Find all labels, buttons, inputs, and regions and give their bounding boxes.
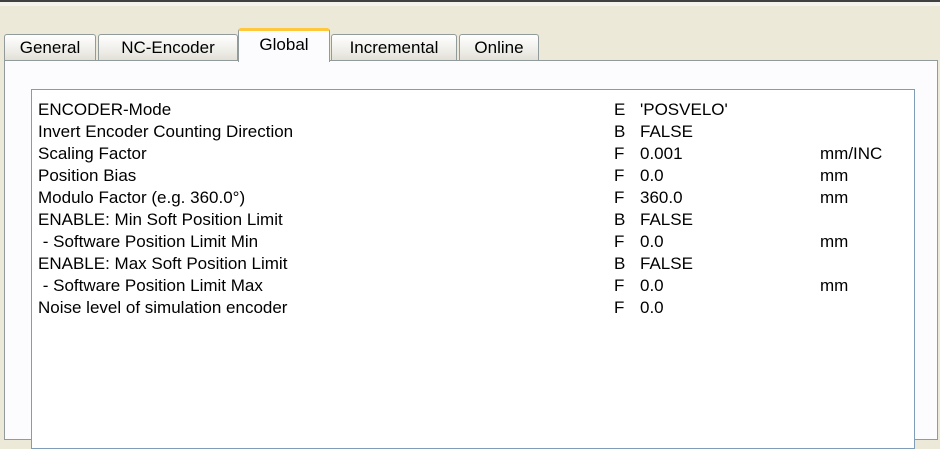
tab-incremental[interactable]: Incremental	[331, 34, 457, 60]
parameter-unit: mm	[820, 188, 849, 207]
tab-label: NC-Encoder	[121, 37, 215, 57]
tab-global[interactable]: Global	[238, 28, 330, 62]
tab-nc-encoder[interactable]: NC-Encoder	[98, 34, 238, 60]
tab-label: Online	[474, 37, 524, 57]
parameter-value: 0.0	[640, 232, 664, 251]
parameter-list[interactable]: ENCODER-Mode E 'POSVELO' Invert Encoder …	[31, 89, 915, 449]
tab-label: Incremental	[349, 37, 439, 57]
parameter-row[interactable]: Invert Encoder Counting Direction B FALS…	[38, 121, 908, 143]
parameter-type: B	[614, 122, 626, 141]
parameter-unit: mm	[820, 276, 849, 295]
parameter-row[interactable]: ENABLE: Min Soft Position Limit B FALSE	[38, 209, 908, 231]
parameter-value: FALSE	[640, 210, 693, 229]
window-top-highlight	[0, 2, 940, 6]
tab-general[interactable]: General	[4, 34, 96, 60]
parameter-row[interactable]: Position Bias F 0.0 mm	[38, 165, 908, 187]
parameter-name: Noise level of simulation encoder	[38, 298, 288, 317]
parameter-name: - Software Position Limit Max	[38, 276, 263, 295]
parameter-row[interactable]: ENCODER-Mode E 'POSVELO'	[38, 99, 908, 121]
parameter-name: ENABLE: Min Soft Position Limit	[38, 210, 283, 229]
parameter-unit: mm	[820, 166, 849, 185]
tab-label: General	[19, 37, 81, 57]
parameter-value: 'POSVELO'	[640, 100, 728, 119]
parameter-row[interactable]: - Software Position Limit Max F 0.0 mm	[38, 275, 908, 297]
parameter-name: - Software Position Limit Min	[38, 232, 259, 251]
parameter-name: ENABLE: Max Soft Position Limit	[38, 254, 288, 273]
parameter-name: Position Bias	[38, 166, 137, 185]
parameter-value: FALSE	[640, 254, 693, 273]
parameter-value: FALSE	[640, 122, 693, 141]
parameter-value: 0.001	[640, 144, 683, 163]
parameter-value: 360.0	[640, 188, 683, 207]
parameter-unit: mm/INC	[820, 144, 883, 163]
parameter-value: 0.0	[640, 298, 664, 317]
parameter-name: Scaling Factor	[38, 144, 147, 163]
parameter-row[interactable]: - Software Position Limit Min F 0.0 mm	[38, 231, 908, 253]
parameter-type: B	[614, 254, 626, 273]
tab-online[interactable]: Online	[459, 34, 539, 60]
parameter-value: 0.0	[640, 166, 664, 185]
parameter-type: F	[614, 232, 625, 251]
parameter-name: Invert Encoder Counting Direction	[38, 122, 294, 141]
parameter-type: B	[614, 210, 626, 229]
parameter-name: ENCODER-Mode	[38, 100, 172, 119]
parameter-type: F	[614, 166, 625, 185]
parameter-type: F	[614, 298, 625, 317]
parameter-unit: mm	[820, 232, 849, 251]
tab-label: Global	[259, 35, 309, 54]
parameter-type: F	[614, 188, 625, 207]
parameter-type: F	[614, 276, 625, 295]
parameter-value: 0.0	[640, 276, 664, 295]
tab-panel-global: ENCODER-Mode E 'POSVELO' Invert Encoder …	[4, 60, 938, 449]
parameter-row[interactable]: Scaling Factor F 0.001 mm/INC	[38, 143, 908, 165]
parameter-type: F	[614, 144, 625, 163]
parameter-row[interactable]: ENABLE: Max Soft Position Limit B FALSE	[38, 253, 908, 275]
parameter-row[interactable]: Noise level of simulation encoder F 0.0	[38, 297, 908, 319]
parameter-row[interactable]: Modulo Factor (e.g. 360.0°) F 360.0 mm	[38, 187, 908, 209]
parameter-name: Modulo Factor (e.g. 360.0°)	[38, 188, 246, 207]
parameter-type: E	[614, 100, 626, 119]
